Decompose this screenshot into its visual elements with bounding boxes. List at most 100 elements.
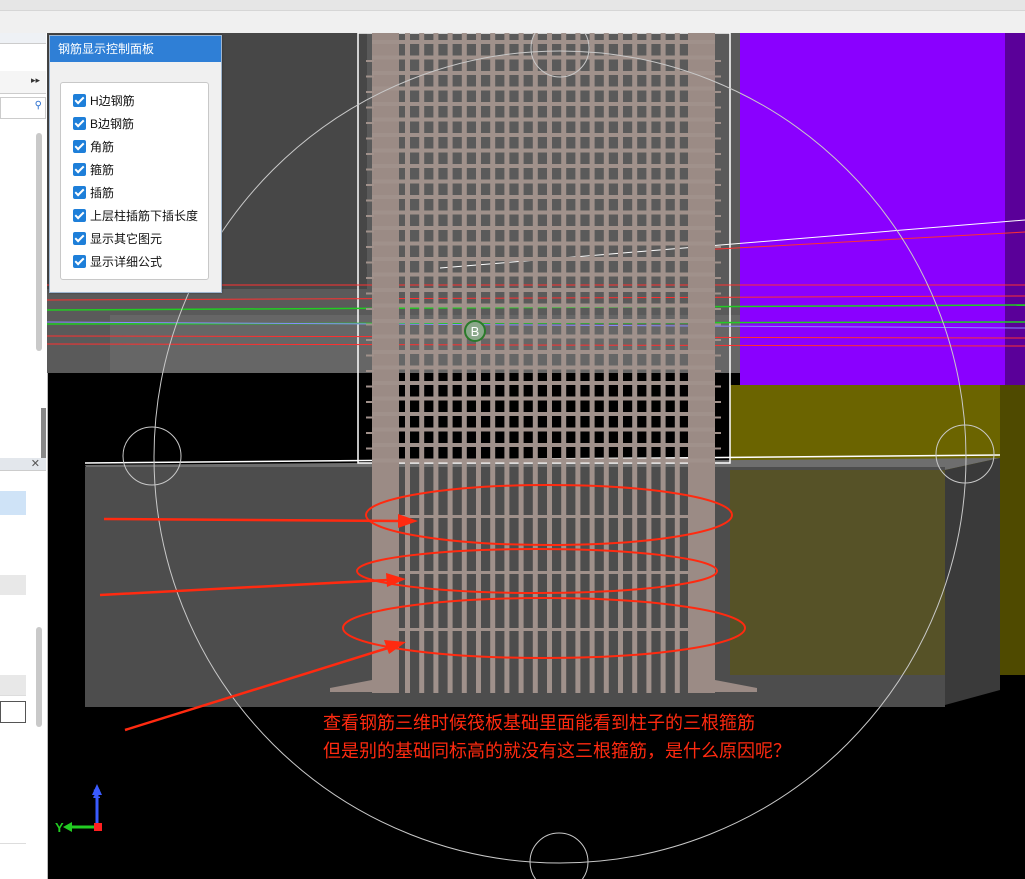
corner-rebar	[688, 33, 715, 693]
checkbox-icon[interactable]	[73, 208, 86, 222]
rebar-tick	[715, 230, 721, 233]
rebar-tick	[715, 215, 721, 217]
option-show-other[interactable]: 显示其它图元	[73, 228, 162, 248]
list-item[interactable]	[0, 655, 26, 676]
rebar-tick	[715, 354, 721, 357]
title-strip	[0, 0, 1025, 11]
panel-title: 钢筋显示控制面板	[50, 36, 221, 62]
list-item[interactable]	[0, 783, 26, 804]
option-dowel-length[interactable]: 上层柱插筋下插长度	[73, 205, 198, 225]
rebar-tick	[715, 184, 721, 186]
rebar-tick	[366, 416, 374, 419]
list-item[interactable]	[0, 803, 26, 824]
scrollbar[interactable]	[36, 133, 42, 351]
rebar-tick	[366, 153, 374, 155]
left-pane: ▸▸ ⚲ ✕	[0, 33, 48, 879]
stirrup	[372, 102, 715, 106]
search-icon[interactable]: ⚲	[35, 100, 42, 111]
rebar-tick	[715, 292, 721, 295]
list-item[interactable]	[0, 491, 26, 516]
list-item[interactable]	[0, 675, 26, 696]
checkbox-icon[interactable]	[73, 162, 86, 176]
checkbox-icon[interactable]	[73, 254, 86, 268]
list-item[interactable]	[0, 595, 26, 616]
rebar-tick	[715, 416, 721, 419]
close-icon[interactable]: ✕	[31, 457, 40, 470]
list-item[interactable]	[0, 615, 26, 636]
stirrup	[372, 210, 715, 215]
stirrup	[372, 257, 715, 261]
rebar-tick	[366, 168, 374, 171]
stirrup	[372, 179, 715, 184]
purple-column	[740, 33, 1005, 388]
rebar-tick	[715, 385, 721, 388]
list-item[interactable]	[0, 535, 26, 556]
splitter-handle[interactable]	[41, 408, 46, 458]
list-item[interactable]	[0, 701, 26, 723]
stirrup	[372, 117, 715, 122]
axis-marker-label: B	[471, 324, 480, 339]
stirrup	[372, 40, 715, 44]
lower-pane-header: ✕	[0, 458, 46, 471]
rebar-tick	[366, 401, 374, 403]
y-axis-head	[63, 822, 72, 832]
olive-footing-front	[730, 470, 945, 675]
list-item[interactable]	[0, 743, 26, 764]
checkbox-icon[interactable]	[73, 231, 86, 245]
list-item[interactable]	[0, 515, 26, 536]
option-label: 角筋	[90, 139, 115, 154]
stirrup	[372, 427, 715, 432]
option-label: 上层柱插筋下插长度	[90, 208, 199, 223]
checkbox-icon[interactable]	[73, 185, 86, 199]
rebar-display-panel: 钢筋显示控制面板 H边钢筋 B边钢筋 角筋 箍筋 插筋 上层柱插筋下插长度 显示…	[49, 35, 222, 293]
list-item[interactable]	[0, 723, 26, 744]
vertical-rebar	[646, 33, 652, 693]
vertical-rebar	[405, 33, 410, 693]
list-item[interactable]	[0, 763, 26, 784]
rebar-tick	[715, 277, 721, 279]
rebar-tick	[715, 323, 721, 326]
option-dowel[interactable]: 插筋	[73, 182, 114, 202]
option-label: 插筋	[90, 185, 115, 200]
option-show-formula[interactable]: 显示详细公式	[73, 251, 162, 271]
stirrup	[372, 55, 715, 60]
double-chevron-right-icon[interactable]: ▸▸	[31, 75, 40, 86]
rebar-tick	[366, 122, 374, 124]
list-item[interactable]	[0, 555, 26, 576]
checkbox-icon[interactable]	[73, 93, 86, 107]
rebar-tick	[366, 292, 374, 295]
vertical-rebar	[433, 33, 439, 693]
list-item[interactable]	[0, 635, 26, 656]
option-label: B边钢筋	[90, 116, 135, 131]
stirrup	[372, 458, 715, 463]
top-toolbar	[0, 0, 1025, 34]
vertical-rebar	[603, 33, 609, 693]
list-item[interactable]	[0, 575, 26, 596]
rebar-tick	[715, 401, 721, 403]
vertical-rebar	[561, 33, 567, 693]
stirrup	[398, 628, 688, 631]
stirrup	[372, 381, 715, 385]
option-h-rebar[interactable]: H边钢筋	[73, 90, 135, 110]
rebar-tick	[366, 432, 374, 434]
stirrup	[372, 86, 715, 91]
search-input[interactable]: ⚲	[0, 97, 46, 119]
rebar-tick	[715, 75, 721, 78]
orbit-handle-bottom[interactable]	[529, 832, 589, 879]
scrollbar[interactable]	[36, 627, 42, 727]
rebar-tick	[366, 261, 374, 264]
purple-column-side	[1005, 33, 1025, 388]
checkbox-icon[interactable]	[73, 139, 86, 153]
option-corner-rebar[interactable]: 角筋	[73, 136, 114, 156]
rebar-tick	[366, 60, 374, 62]
checkbox-icon[interactable]	[73, 116, 86, 130]
annotation-line-2: 但是别的基础同标高的就没有这三根箍筋，是什么原因呢？	[323, 741, 791, 762]
vertical-rebar	[504, 33, 510, 693]
option-stirrup[interactable]: 箍筋	[73, 159, 114, 179]
z-axis-label: Z	[93, 787, 100, 801]
rebar-tick	[366, 137, 374, 140]
list-item[interactable]	[0, 823, 26, 844]
stirrup	[372, 288, 715, 292]
stirrup	[372, 396, 715, 401]
option-b-rebar[interactable]: B边钢筋	[73, 113, 134, 133]
